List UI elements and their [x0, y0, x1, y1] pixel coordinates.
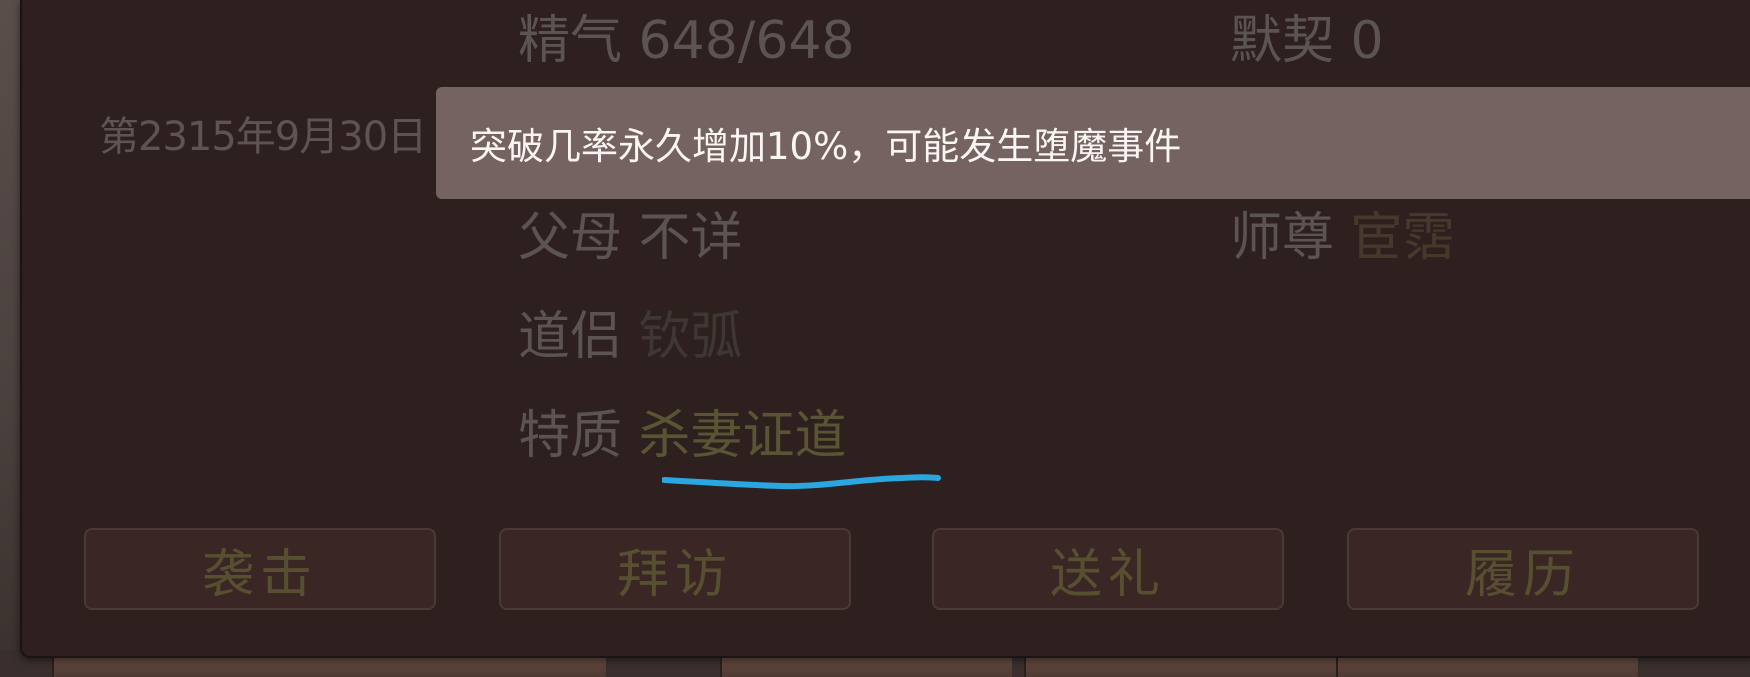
- stat-daolu-label: 道侣: [518, 307, 623, 367]
- stat-master: 师尊 宦霑: [1230, 195, 1455, 270]
- gift-button[interactable]: 送礼: [932, 528, 1284, 610]
- stat-trait-label: 特质: [518, 406, 623, 466]
- stat-trait-value[interactable]: 杀妻证道: [639, 406, 847, 466]
- stat-trait: 特质 杀妻证道: [518, 393, 847, 468]
- background-scene-edge: [0, 0, 20, 677]
- annotation-underline: [662, 474, 941, 490]
- stat-daolu: 道侣 钦弧: [518, 294, 743, 369]
- game-date: 第2315年9月30日: [99, 114, 427, 160]
- stat-jingqi-value: 648/648: [638, 11, 855, 71]
- stat-master-value[interactable]: 宦霑: [1351, 208, 1455, 268]
- attack-button[interactable]: 袭击: [84, 528, 436, 610]
- trait-tooltip-text: 突破几率永久增加10%，可能发生堕魔事件: [470, 125, 1182, 168]
- trait-tooltip: 突破几率永久增加10%，可能发生堕魔事件: [436, 87, 1750, 199]
- stat-daolu-value[interactable]: 钦弧: [639, 307, 743, 367]
- stat-jingqi: 精气 648/648: [518, 0, 855, 73]
- stat-parents-value: 不详: [638, 208, 743, 268]
- stat-parents: 父母 不详: [518, 195, 743, 270]
- stat-moqi-value: 0: [1350, 11, 1384, 71]
- history-button[interactable]: 履历: [1347, 528, 1699, 610]
- visit-button[interactable]: 拜访: [499, 528, 851, 610]
- stat-master-label: 师尊: [1230, 208, 1335, 268]
- stat-jingqi-label: 精气: [518, 11, 623, 71]
- stat-moqi-label: 默契: [1230, 11, 1335, 71]
- stat-parents-label: 父母: [518, 208, 623, 268]
- stat-moqi: 默契 0: [1230, 0, 1384, 73]
